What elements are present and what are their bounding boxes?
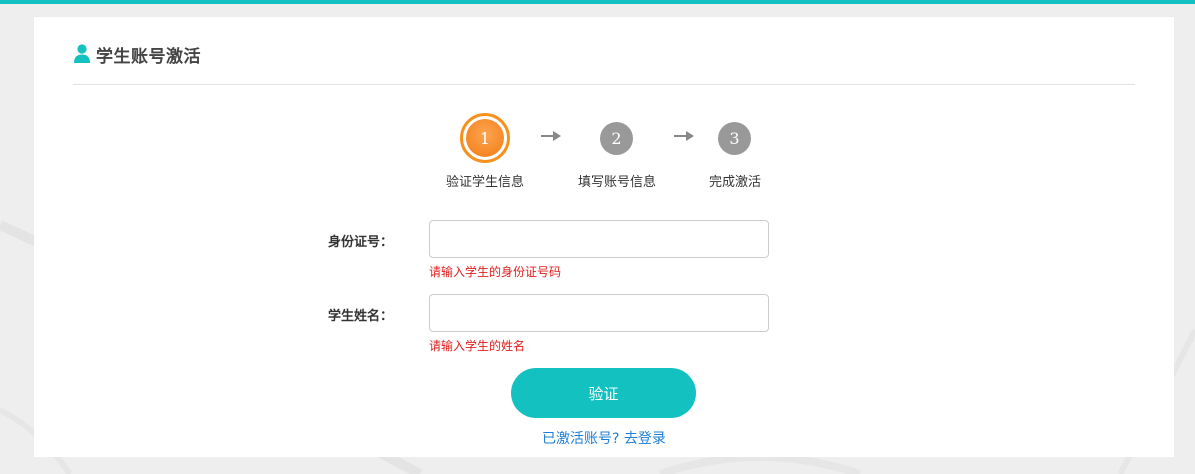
- id-number-label: 身份证号：: [328, 235, 394, 250]
- step-arrow-icon: [674, 131, 694, 141]
- id-number-input[interactable]: [429, 220, 769, 258]
- step-1-number: 1: [466, 119, 504, 157]
- page-title: 学生账号激活: [96, 46, 201, 67]
- user-icon: [74, 44, 90, 63]
- student-name-input[interactable]: [429, 294, 769, 332]
- login-link[interactable]: 已激活账号? 去登录: [504, 428, 704, 448]
- card-header: 学生账号激活: [73, 39, 201, 69]
- verify-button[interactable]: 验证: [511, 368, 696, 418]
- student-name-label: 学生姓名：: [328, 309, 394, 324]
- step-3-number: 3: [718, 122, 751, 155]
- step-2-number: 2: [600, 122, 633, 155]
- activation-card: 学生账号激活 1 验证学生信息 2 填写账号信息 3 完成激活 身份证号： 请输…: [34, 17, 1174, 457]
- step-3-label: 完成激活: [708, 175, 761, 190]
- student-name-hint: 请输入学生的姓名: [429, 339, 526, 353]
- header-divider: [73, 84, 1135, 85]
- step-2-label: 填写账号信息: [577, 175, 656, 190]
- id-number-hint: 请输入学生的身份证号码: [429, 265, 562, 279]
- step-arrow-icon: [541, 131, 561, 141]
- step-1-label: 验证学生信息: [445, 175, 524, 190]
